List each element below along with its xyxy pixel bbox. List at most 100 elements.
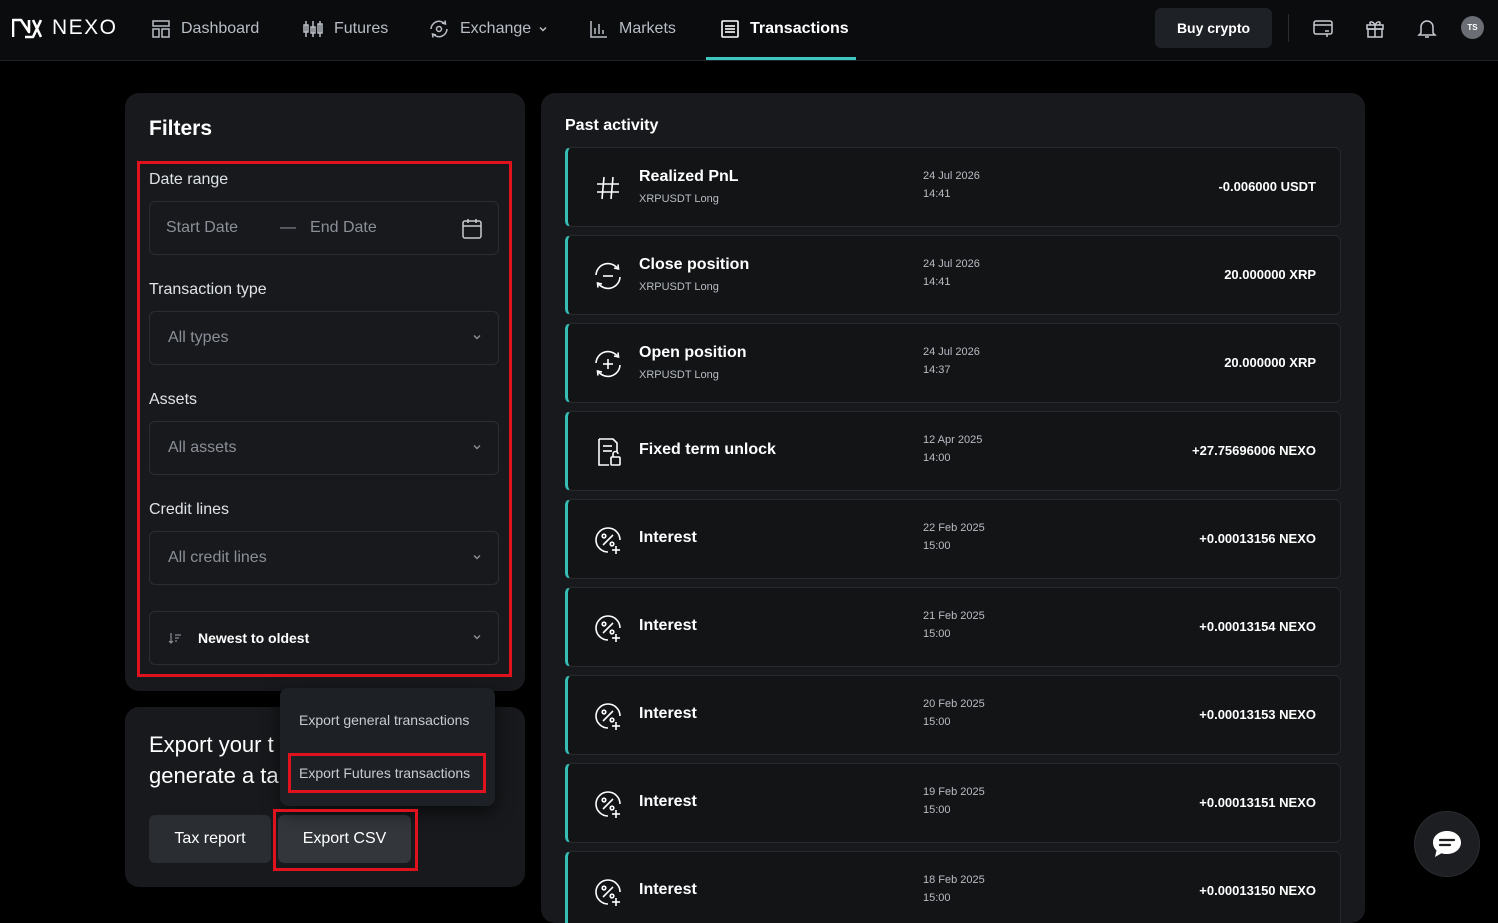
filters-title: Filters <box>149 117 213 140</box>
exchange-icon <box>430 20 448 38</box>
activity-amount: 20.000000 XRP <box>1224 355 1316 370</box>
activity-row[interactable]: Interest 18 Feb 2025 15:00 +0.00013150 N… <box>565 851 1341 923</box>
nav-exchange[interactable]: Exchange <box>428 0 547 58</box>
futures-icon <box>303 21 323 37</box>
chevron-down-icon <box>473 335 481 340</box>
activity-subtitle: XRPUSDT Long <box>639 193 719 205</box>
calendar-icon[interactable] <box>462 218 482 240</box>
activity-title: Open position <box>639 344 747 361</box>
assets-select[interactable]: All assets <box>149 421 499 475</box>
activity-time: 14:37 <box>923 364 951 376</box>
activity-row[interactable]: Realized PnL XRPUSDT Long 24 Jul 2026 14… <box>565 147 1341 227</box>
activity-amount: +0.00013150 NEXO <box>1199 883 1316 898</box>
export-description: Export your t generate a ta <box>149 729 279 791</box>
avatar[interactable]: TS <box>1461 16 1484 39</box>
activity-time: 14:00 <box>923 452 951 464</box>
activity-date: 21 Feb 2025 <box>923 610 985 622</box>
nav-exchange-label: Exchange <box>460 20 532 37</box>
activity-date: 20 Feb 2025 <box>923 698 985 710</box>
activity-time: 15:00 <box>923 628 951 640</box>
brand-name: NEXO <box>52 16 118 39</box>
activity-row[interactable]: Interest 22 Feb 2025 15:00 +0.00013156 N… <box>565 499 1341 579</box>
credit-lines-label: Credit lines <box>149 501 230 518</box>
buy-crypto-button[interactable]: Buy crypto <box>1155 8 1272 48</box>
activity-time: 15:00 <box>923 716 951 728</box>
transaction-type-select[interactable]: All types <box>149 311 499 365</box>
interest-icon <box>595 791 621 818</box>
export-description-line-2: generate a ta <box>149 763 279 788</box>
sort-order-value: Newest to oldest <box>198 630 310 646</box>
start-date-input[interactable]: Start Date <box>166 219 238 237</box>
activity-title: Interest <box>639 705 697 722</box>
activity-title: Interest <box>639 793 697 810</box>
activity-row[interactable]: Interest 20 Feb 2025 15:00 +0.00013153 N… <box>565 675 1341 755</box>
activity-date: 19 Feb 2025 <box>923 786 985 798</box>
activity-title: Interest <box>639 881 697 898</box>
activity-date: 24 Jul 2026 <box>923 258 980 270</box>
chevron-down-icon <box>473 445 481 450</box>
activity-time: 15:00 <box>923 804 951 816</box>
tax-report-button[interactable]: Tax report <box>149 815 271 863</box>
activity-amount: +0.00013156 NEXO <box>1199 531 1316 546</box>
transaction-type-value: All types <box>168 329 229 346</box>
interest-icon <box>595 615 621 642</box>
export-futures-transactions-item[interactable]: Export Futures transactions <box>299 765 470 781</box>
active-tab-indicator <box>706 57 856 60</box>
nav-dashboard[interactable]: Dashboard <box>151 0 259 58</box>
top-navigation: NEXO Dashboard Futures Exchange Markets … <box>0 0 1498 61</box>
export-csv-button[interactable]: Export CSV <box>278 815 411 863</box>
open-position-icon <box>595 350 621 378</box>
activity-row[interactable]: Interest 19 Feb 2025 15:00 +0.00013151 N… <box>565 763 1341 843</box>
date-range-picker[interactable]: Start Date — End Date <box>149 201 499 255</box>
export-description-line-1: Export your t <box>149 732 274 757</box>
credit-lines-value: All credit lines <box>168 549 267 566</box>
nexo-logo[interactable]: NEXO <box>12 16 118 40</box>
activity-amount: +27.75696006 NEXO <box>1192 443 1316 458</box>
fixed-term-unlock-icon <box>598 438 621 466</box>
activity-amount: +0.00013151 NEXO <box>1199 795 1316 810</box>
interest-icon <box>595 879 621 906</box>
past-activity-panel: Past activity Realized PnL XRPUSDT Long … <box>541 93 1365 923</box>
nav-futures-label: Futures <box>334 20 389 37</box>
past-activity-title: Past activity <box>565 117 659 134</box>
activity-amount: 20.000000 XRP <box>1224 267 1316 282</box>
sort-icon <box>168 633 181 644</box>
activity-row[interactable]: Open position XRPUSDT Long 24 Jul 2026 1… <box>565 323 1341 403</box>
activity-date: 24 Jul 2026 <box>923 346 980 358</box>
activity-time: 14:41 <box>923 188 951 200</box>
export-general-transactions-item[interactable]: Export general transactions <box>299 712 469 728</box>
activity-row[interactable]: Interest 21 Feb 2025 15:00 +0.00013154 N… <box>565 587 1341 667</box>
chevron-down-icon <box>473 555 481 560</box>
nav-futures[interactable]: Futures <box>302 0 388 58</box>
activity-title: Realized PnL <box>639 168 739 185</box>
support-chat-button[interactable] <box>1415 812 1479 876</box>
sort-order-select[interactable]: Newest to oldest <box>149 611 499 665</box>
activity-date: 24 Jul 2026 <box>923 170 980 182</box>
dashboard-icon <box>152 20 170 38</box>
nav-markets[interactable]: Markets <box>589 0 676 58</box>
activity-row[interactable]: Fixed term unlock 12 Apr 2025 14:00 +27.… <box>565 411 1341 491</box>
nav-dashboard-label: Dashboard <box>181 20 260 37</box>
interest-icon <box>595 527 621 554</box>
date-separator: — <box>280 219 297 236</box>
activity-time: 15:00 <box>923 540 951 552</box>
transactions-icon <box>721 20 739 38</box>
header-divider <box>1288 14 1289 42</box>
filters-panel: Filters Date range Start Date — End Date… <box>125 93 525 691</box>
nav-transactions[interactable]: Transactions <box>720 0 849 58</box>
activity-amount: +0.00013153 NEXO <box>1199 707 1316 722</box>
activity-title: Close position <box>639 256 750 273</box>
chevron-down-icon <box>473 635 481 640</box>
activity-time: 15:00 <box>923 892 951 904</box>
card-icon[interactable] <box>1312 17 1334 39</box>
close-position-icon <box>595 262 621 290</box>
bell-icon[interactable] <box>1416 17 1438 39</box>
chevron-down-icon <box>539 26 547 32</box>
gift-icon[interactable] <box>1364 17 1386 39</box>
activity-title: Interest <box>639 529 697 546</box>
credit-lines-select[interactable]: All credit lines <box>149 531 499 585</box>
activity-subtitle: XRPUSDT Long <box>639 369 719 381</box>
activity-subtitle: XRPUSDT Long <box>639 281 719 293</box>
end-date-input[interactable]: End Date <box>310 219 377 237</box>
activity-row[interactable]: Close position XRPUSDT Long 24 Jul 2026 … <box>565 235 1341 315</box>
